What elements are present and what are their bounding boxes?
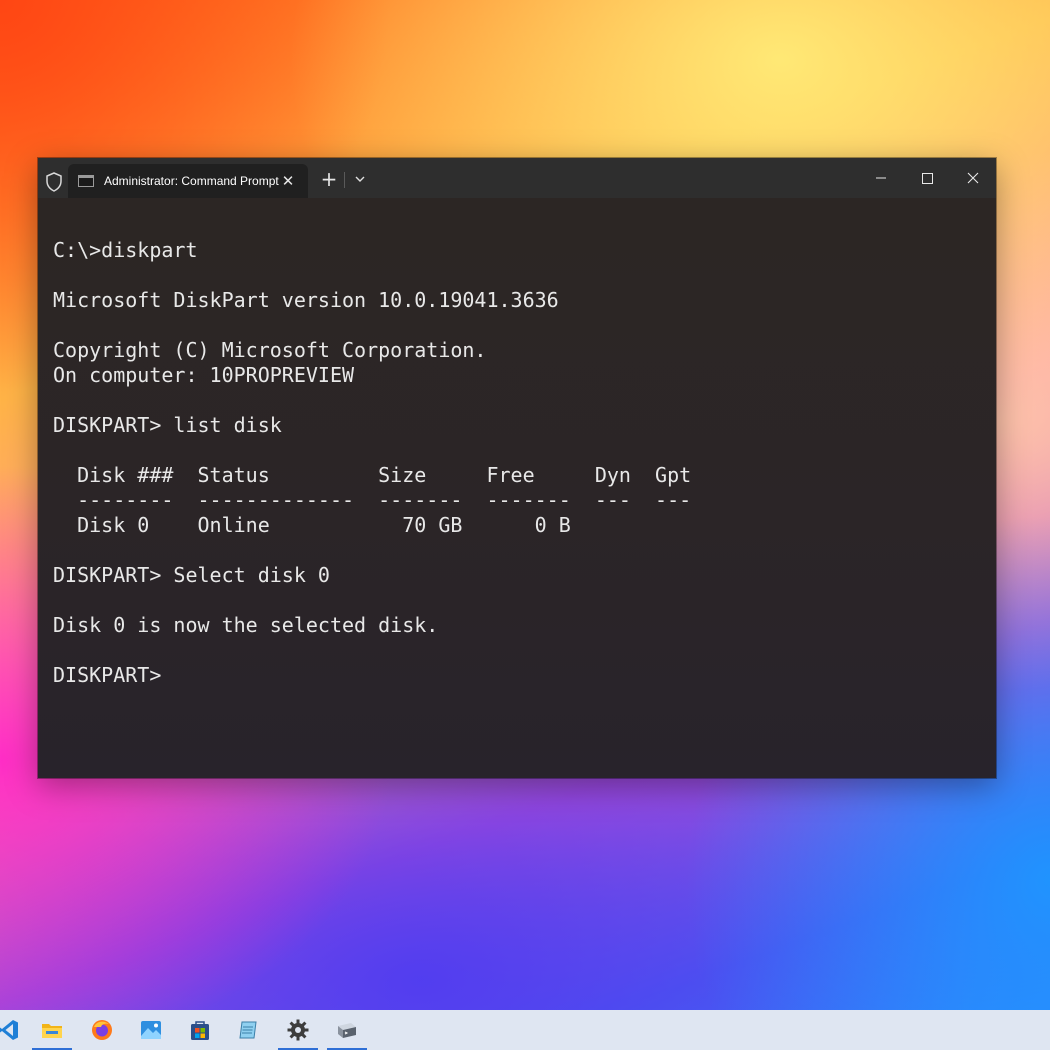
close-icon: [967, 172, 979, 184]
microsoft-store-icon: [191, 1021, 209, 1040]
maximize-button[interactable]: [904, 158, 950, 198]
terminal-icon: [338, 1023, 356, 1038]
taskbar-item-photos[interactable]: [131, 1010, 171, 1050]
console-line: Disk ### Status Size Free Dyn Gpt: [53, 463, 692, 487]
console-line: -------- ------------- ------- ------- -…: [53, 488, 692, 512]
console-line: C:\>diskpart: [53, 238, 198, 262]
terminal-window[interactable]: Administrator: Command Prompt ✕ + C:\>di…: [38, 158, 996, 778]
taskbar-item-firefox[interactable]: [82, 1010, 122, 1050]
console-line: DISKPART> list disk: [53, 413, 282, 437]
maximize-icon: [922, 173, 933, 184]
notepad-icon: [239, 1021, 257, 1039]
tab-title: Administrator: Command Prompt: [104, 174, 279, 188]
tab-separator: [344, 172, 345, 188]
taskbar-item-settings[interactable]: [278, 1010, 318, 1050]
tab-close-icon[interactable]: ✕: [278, 171, 298, 191]
taskbar-item-vscode[interactable]: [0, 1010, 28, 1050]
command-prompt-icon: [78, 175, 94, 187]
minimize-button[interactable]: [858, 158, 904, 198]
console-output[interactable]: C:\>diskpart Microsoft DiskPart version …: [38, 198, 996, 778]
vscode-icon: [0, 1020, 18, 1040]
console-line: Disk 0 Online 70 GB 0 B: [53, 513, 571, 537]
settings-icon: [287, 1019, 309, 1041]
console-line: DISKPART> Select disk 0: [53, 563, 330, 587]
firefox-icon: [92, 1020, 112, 1040]
close-button[interactable]: [950, 158, 996, 198]
new-tab-button[interactable]: +: [318, 168, 340, 190]
taskbar-item-terminal[interactable]: [327, 1010, 367, 1050]
console-line: Microsoft DiskPart version 10.0.19041.36…: [53, 288, 559, 312]
taskbar: [0, 1010, 1050, 1050]
photos-icon: [141, 1021, 161, 1039]
console-line: Disk 0 is now the selected disk.: [53, 613, 439, 637]
console-line: On computer: 10PROPREVIEW: [53, 363, 355, 387]
file-explorer-icon: [42, 1024, 62, 1038]
shield-icon: [46, 172, 62, 192]
taskbar-item-notepad[interactable]: [229, 1010, 269, 1050]
minimize-icon: [876, 177, 886, 179]
taskbar-item-file-explorer[interactable]: [32, 1010, 72, 1050]
title-bar[interactable]: Administrator: Command Prompt ✕ +: [38, 158, 996, 198]
tab-command-prompt[interactable]: Administrator: Command Prompt ✕: [68, 164, 308, 198]
console-line: Copyright (C) Microsoft Corporation.: [53, 338, 487, 362]
console-prompt[interactable]: DISKPART>: [53, 663, 161, 688]
taskbar-item-store[interactable]: [180, 1010, 220, 1050]
chevron-down-icon[interactable]: [352, 170, 368, 188]
